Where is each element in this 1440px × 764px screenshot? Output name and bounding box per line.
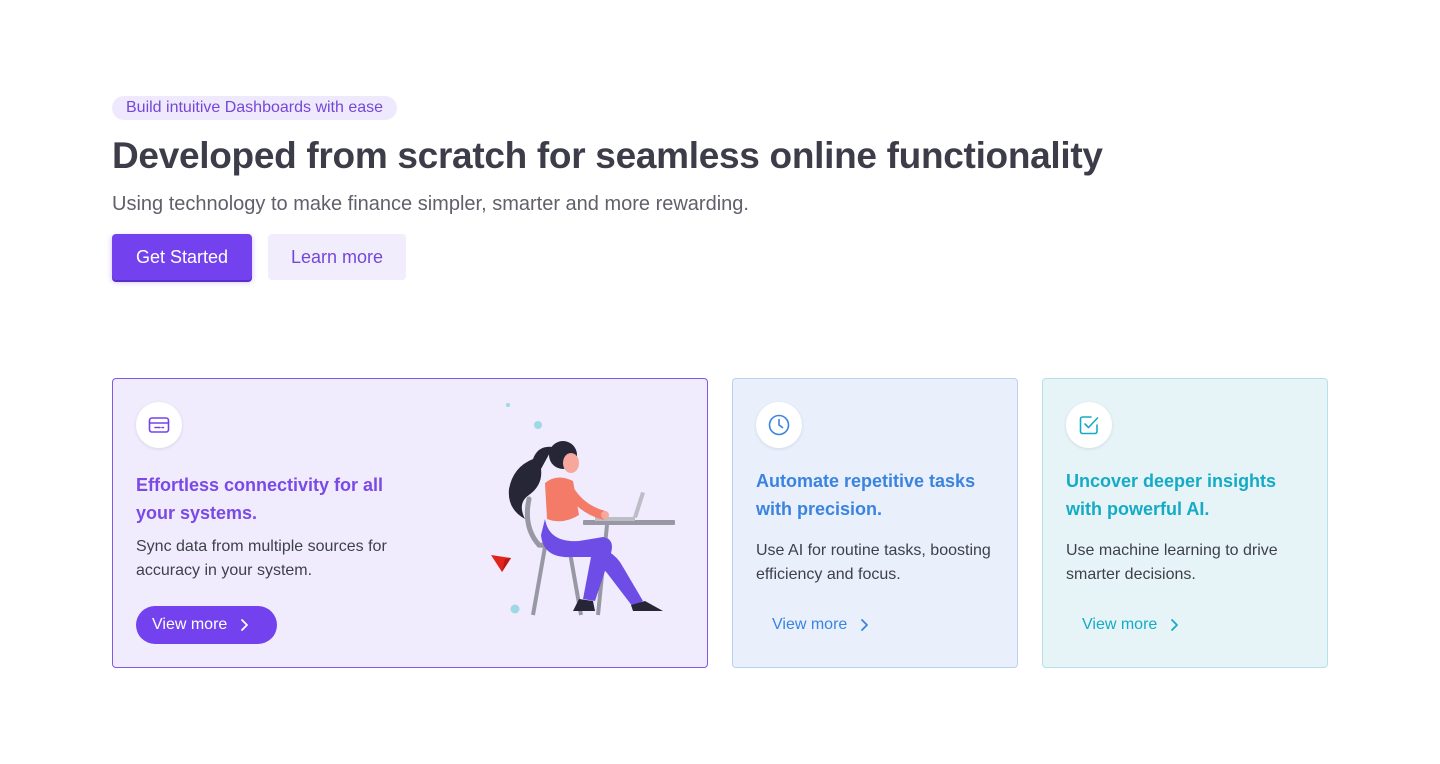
chevron-right-icon	[861, 619, 869, 631]
clock-icon	[756, 402, 802, 448]
view-more-link[interactable]: View more	[1082, 615, 1179, 635]
feature-card-automation: Automate repetitive tasks with precision…	[732, 378, 1018, 668]
view-more-label: View more	[152, 616, 228, 633]
card-description: Sync data from multiple sources for accu…	[136, 538, 387, 579]
credit-card-icon	[136, 402, 182, 448]
learn-more-button[interactable]: Learn more	[268, 234, 406, 280]
card-description: Use AI for routine tasks, boosting effic…	[756, 542, 991, 583]
hero-headline: Developed from scratch for seamless onli…	[112, 135, 1103, 176]
check-square-icon	[1066, 402, 1112, 448]
feature-card-connectivity: Effortless connectivity for all your sys…	[112, 378, 708, 668]
hero-badge: Build intuitive Dashboards with ease	[112, 96, 398, 120]
view-more-link[interactable]: View more	[772, 615, 869, 635]
hero-subline: Using technology to make finance simpler…	[112, 193, 749, 215]
view-more-label: View more	[1082, 616, 1158, 633]
card-title: Uncover deeper insights with powerful AI…	[1066, 471, 1277, 519]
view-more-button[interactable]: View more	[136, 606, 277, 644]
card-description: Use machine learning to drive smarter de…	[1066, 542, 1278, 583]
view-more-label: View more	[772, 616, 848, 633]
get-started-button[interactable]: Get Started	[112, 234, 252, 280]
card-title: Effortless connectivity for all your sys…	[136, 475, 384, 523]
chevron-right-icon	[241, 619, 249, 631]
feature-card-insights: Uncover deeper insights with powerful AI…	[1042, 378, 1328, 668]
hero-section: Build intuitive Dashboards with ease Dev…	[112, 96, 1328, 280]
chevron-right-icon	[1171, 619, 1179, 631]
woman-at-laptop-illustration	[491, 403, 675, 616]
cta-row: Get Started Learn more	[112, 234, 1328, 280]
card-title: Automate repetitive tasks with precision…	[756, 471, 976, 519]
